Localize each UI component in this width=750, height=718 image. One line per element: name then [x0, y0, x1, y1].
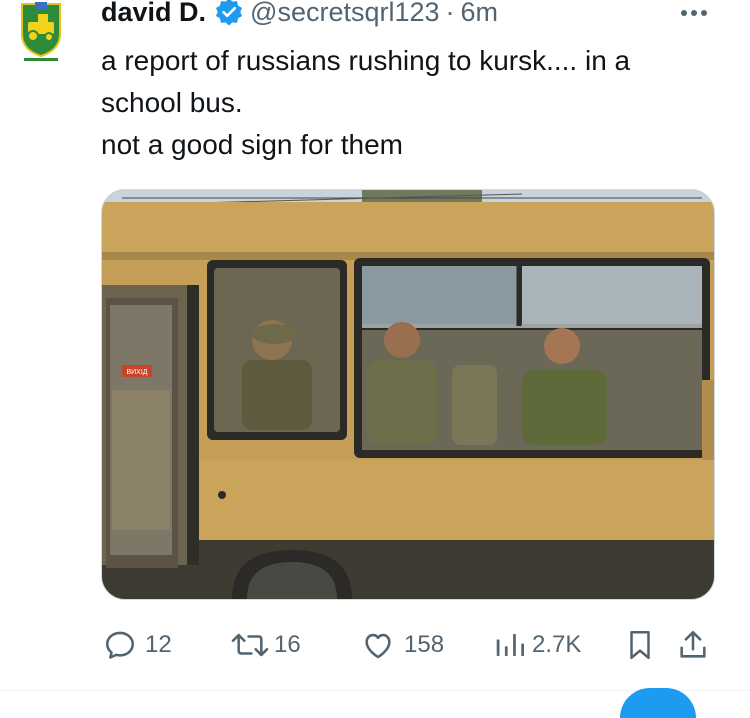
view-count: 2.7K: [532, 631, 582, 658]
tweet-media-image[interactable]: ВИХІД: [101, 189, 715, 600]
repost-count: 16: [274, 631, 301, 658]
tweet-header: david D. @secretsqrl123 · 6m: [101, 0, 498, 28]
bookmark-button[interactable]: [625, 620, 655, 670]
reply-icon: [103, 628, 137, 662]
reply-button[interactable]: 12: [103, 620, 172, 670]
separator-dot: ·: [445, 0, 455, 27]
tweet-text-line: school bus.: [101, 87, 243, 118]
reply-count: 12: [145, 631, 172, 658]
repost-button[interactable]: 16: [230, 620, 301, 670]
bookmark-icon: [625, 628, 655, 662]
avatar[interactable]: [18, 0, 64, 62]
repost-icon: [230, 628, 270, 662]
views-bar-chart-icon: [494, 628, 524, 662]
heart-icon: [360, 628, 396, 662]
views-button[interactable]: 2.7K: [494, 620, 581, 670]
more-options-icon[interactable]: [676, 0, 712, 26]
author-handle[interactable]: @secretsqrl123: [250, 0, 440, 28]
timestamp[interactable]: 6m: [461, 0, 499, 28]
tweet-text-line: not a good sign for them: [101, 129, 403, 160]
author-name[interactable]: david D.: [101, 0, 206, 28]
bus-exit-sign: ВИХІД: [126, 369, 147, 376]
verified-badge-icon: [214, 0, 244, 27]
tweet-text: a report of russians rushing to kursk...…: [101, 40, 731, 166]
compose-button[interactable]: [620, 688, 696, 718]
share-button[interactable]: [677, 620, 709, 670]
share-icon: [677, 628, 709, 662]
like-button[interactable]: 158: [360, 620, 444, 670]
tweet-actions: 12 16 158 2.7K: [0, 620, 750, 670]
tweet-text-line: a report of russians rushing to kursk...…: [101, 45, 631, 76]
like-count: 158: [404, 631, 445, 658]
